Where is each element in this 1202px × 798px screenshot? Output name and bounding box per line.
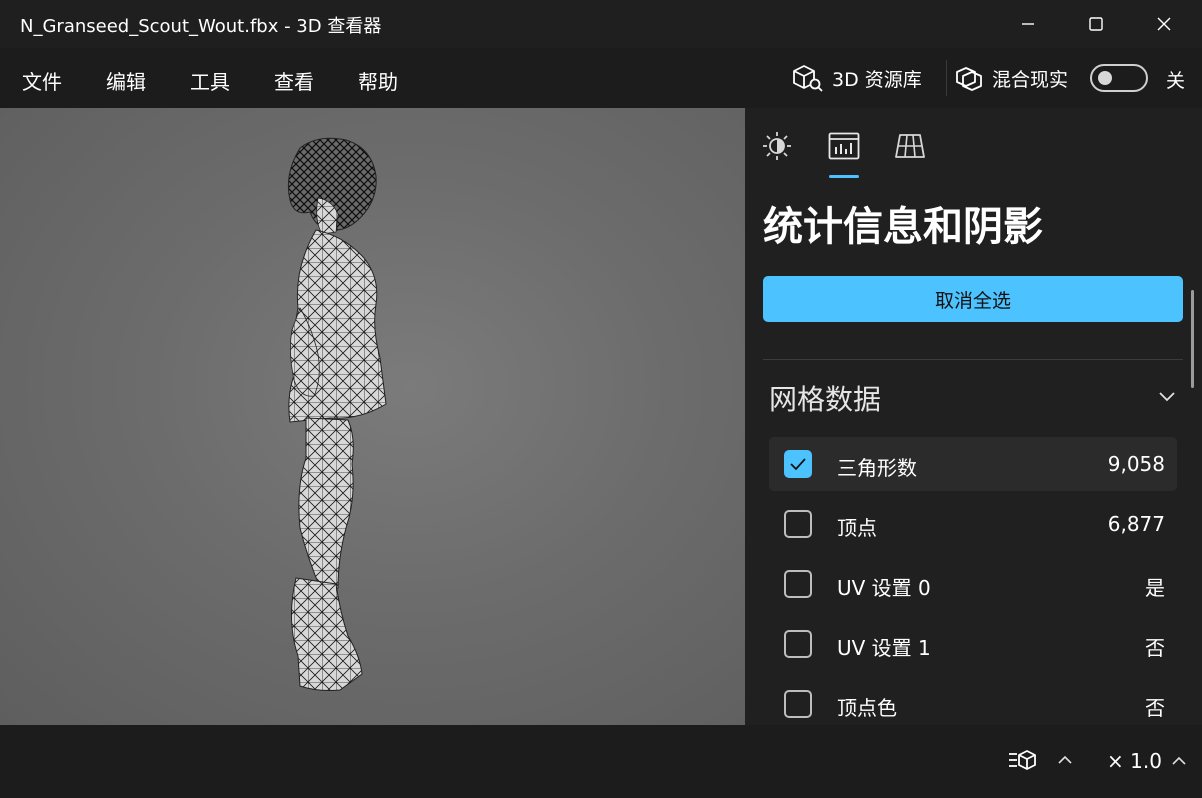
wireframe-model <box>287 137 387 691</box>
tab-statistics[interactable] <box>826 128 862 164</box>
checkmark-icon <box>790 458 806 471</box>
tab-lighting[interactable] <box>759 128 795 164</box>
mixed-reality-button[interactable]: 混合现实 <box>954 60 1068 96</box>
chevron-down-icon <box>1159 392 1175 402</box>
menu-bar: 文件 编辑 工具 查看 帮助 3D 资源库 混合现实 关 <box>0 48 1202 108</box>
stat-value: 6,877 <box>1107 512 1165 536</box>
zoom-control[interactable]: × 1.0 <box>1107 749 1188 773</box>
menu-edit[interactable]: 编辑 <box>106 66 146 95</box>
window-title: N_Granseed_Scout_Wout.fbx - 3D 查看器 <box>20 16 382 37</box>
stat-row-uv-set-0[interactable]: UV 设置 0 是 <box>769 557 1177 611</box>
3d-library-label: 3D 资源库 <box>832 68 922 91</box>
stat-value: 是 <box>1145 576 1165 600</box>
statistics-panel: 统计信息和阴影 取消全选 网格数据 三角形数 9,058 顶点 6,877 UV… <box>745 108 1202 725</box>
panel-scrollbar[interactable] <box>1191 290 1194 388</box>
stats-chart-icon <box>828 132 860 160</box>
menu-file[interactable]: 文件 <box>22 66 62 95</box>
checkbox-uv-set-0[interactable] <box>784 570 812 598</box>
maximize-icon <box>1089 17 1103 31</box>
cube-search-icon <box>793 65 823 92</box>
active-tab-indicator <box>829 175 859 178</box>
animation-icon <box>1009 750 1036 770</box>
tab-grid[interactable] <box>892 128 928 164</box>
menu-help[interactable]: 帮助 <box>358 66 398 95</box>
stat-row-vertex-color[interactable]: 顶点色 否 <box>769 677 1177 725</box>
stat-row-triangles[interactable]: 三角形数 9,058 <box>769 437 1177 491</box>
close-icon <box>1157 17 1171 31</box>
mesh-data-title: 网格数据 <box>769 383 882 416</box>
close-button[interactable] <box>1130 0 1198 48</box>
3d-viewport[interactable] <box>0 108 745 725</box>
panel-title: 统计信息和阴影 <box>763 204 1043 250</box>
checkbox-triangles[interactable] <box>784 450 812 478</box>
stat-row-uv-set-1[interactable]: UV 设置 1 否 <box>769 617 1177 671</box>
toggle-knob <box>1098 71 1112 85</box>
sun-icon <box>763 132 791 160</box>
mixed-reality-icon <box>956 67 982 91</box>
stat-value: 否 <box>1145 696 1165 720</box>
minimize-icon <box>1022 23 1034 25</box>
mixed-reality-state: 关 <box>1166 70 1186 92</box>
menu-tools[interactable]: 工具 <box>190 66 230 95</box>
stat-label: 顶点 <box>837 516 877 540</box>
checkbox-uv-set-1[interactable] <box>784 630 812 658</box>
checkbox-vertex-color[interactable] <box>784 690 812 718</box>
section-divider <box>763 359 1183 360</box>
3d-library-button[interactable]: 3D 资源库 <box>790 60 922 96</box>
chevron-up-icon <box>1058 755 1072 764</box>
mixed-reality-label: 混合现实 <box>992 68 1069 91</box>
mesh-data-header[interactable]: 网格数据 <box>769 378 1177 418</box>
stat-label: UV 设置 0 <box>837 576 931 600</box>
stat-value: 9,058 <box>1107 452 1165 476</box>
animation-menu-button[interactable] <box>1008 749 1074 771</box>
zoom-level: × 1.0 <box>1107 749 1162 773</box>
mixed-reality-toggle[interactable] <box>1090 64 1148 92</box>
grid-icon <box>895 134 925 158</box>
maximize-button[interactable] <box>1062 0 1130 48</box>
stat-label: 三角形数 <box>837 456 917 480</box>
checkbox-vertices[interactable] <box>784 510 812 538</box>
title-bar: N_Granseed_Scout_Wout.fbx - 3D 查看器 <box>0 0 1202 48</box>
stat-label: 顶点色 <box>837 696 897 720</box>
status-bar: × 1.0 <box>0 725 1202 798</box>
menu-separator <box>946 60 947 96</box>
stat-label: UV 设置 1 <box>837 636 931 660</box>
menu-view[interactable]: 查看 <box>274 66 314 95</box>
minimize-button[interactable] <box>994 0 1062 48</box>
chevron-up-icon <box>1172 756 1186 765</box>
stat-row-vertices[interactable]: 顶点 6,877 <box>769 497 1177 551</box>
stat-value: 否 <box>1145 636 1165 660</box>
deselect-all-button[interactable]: 取消全选 <box>763 276 1183 322</box>
